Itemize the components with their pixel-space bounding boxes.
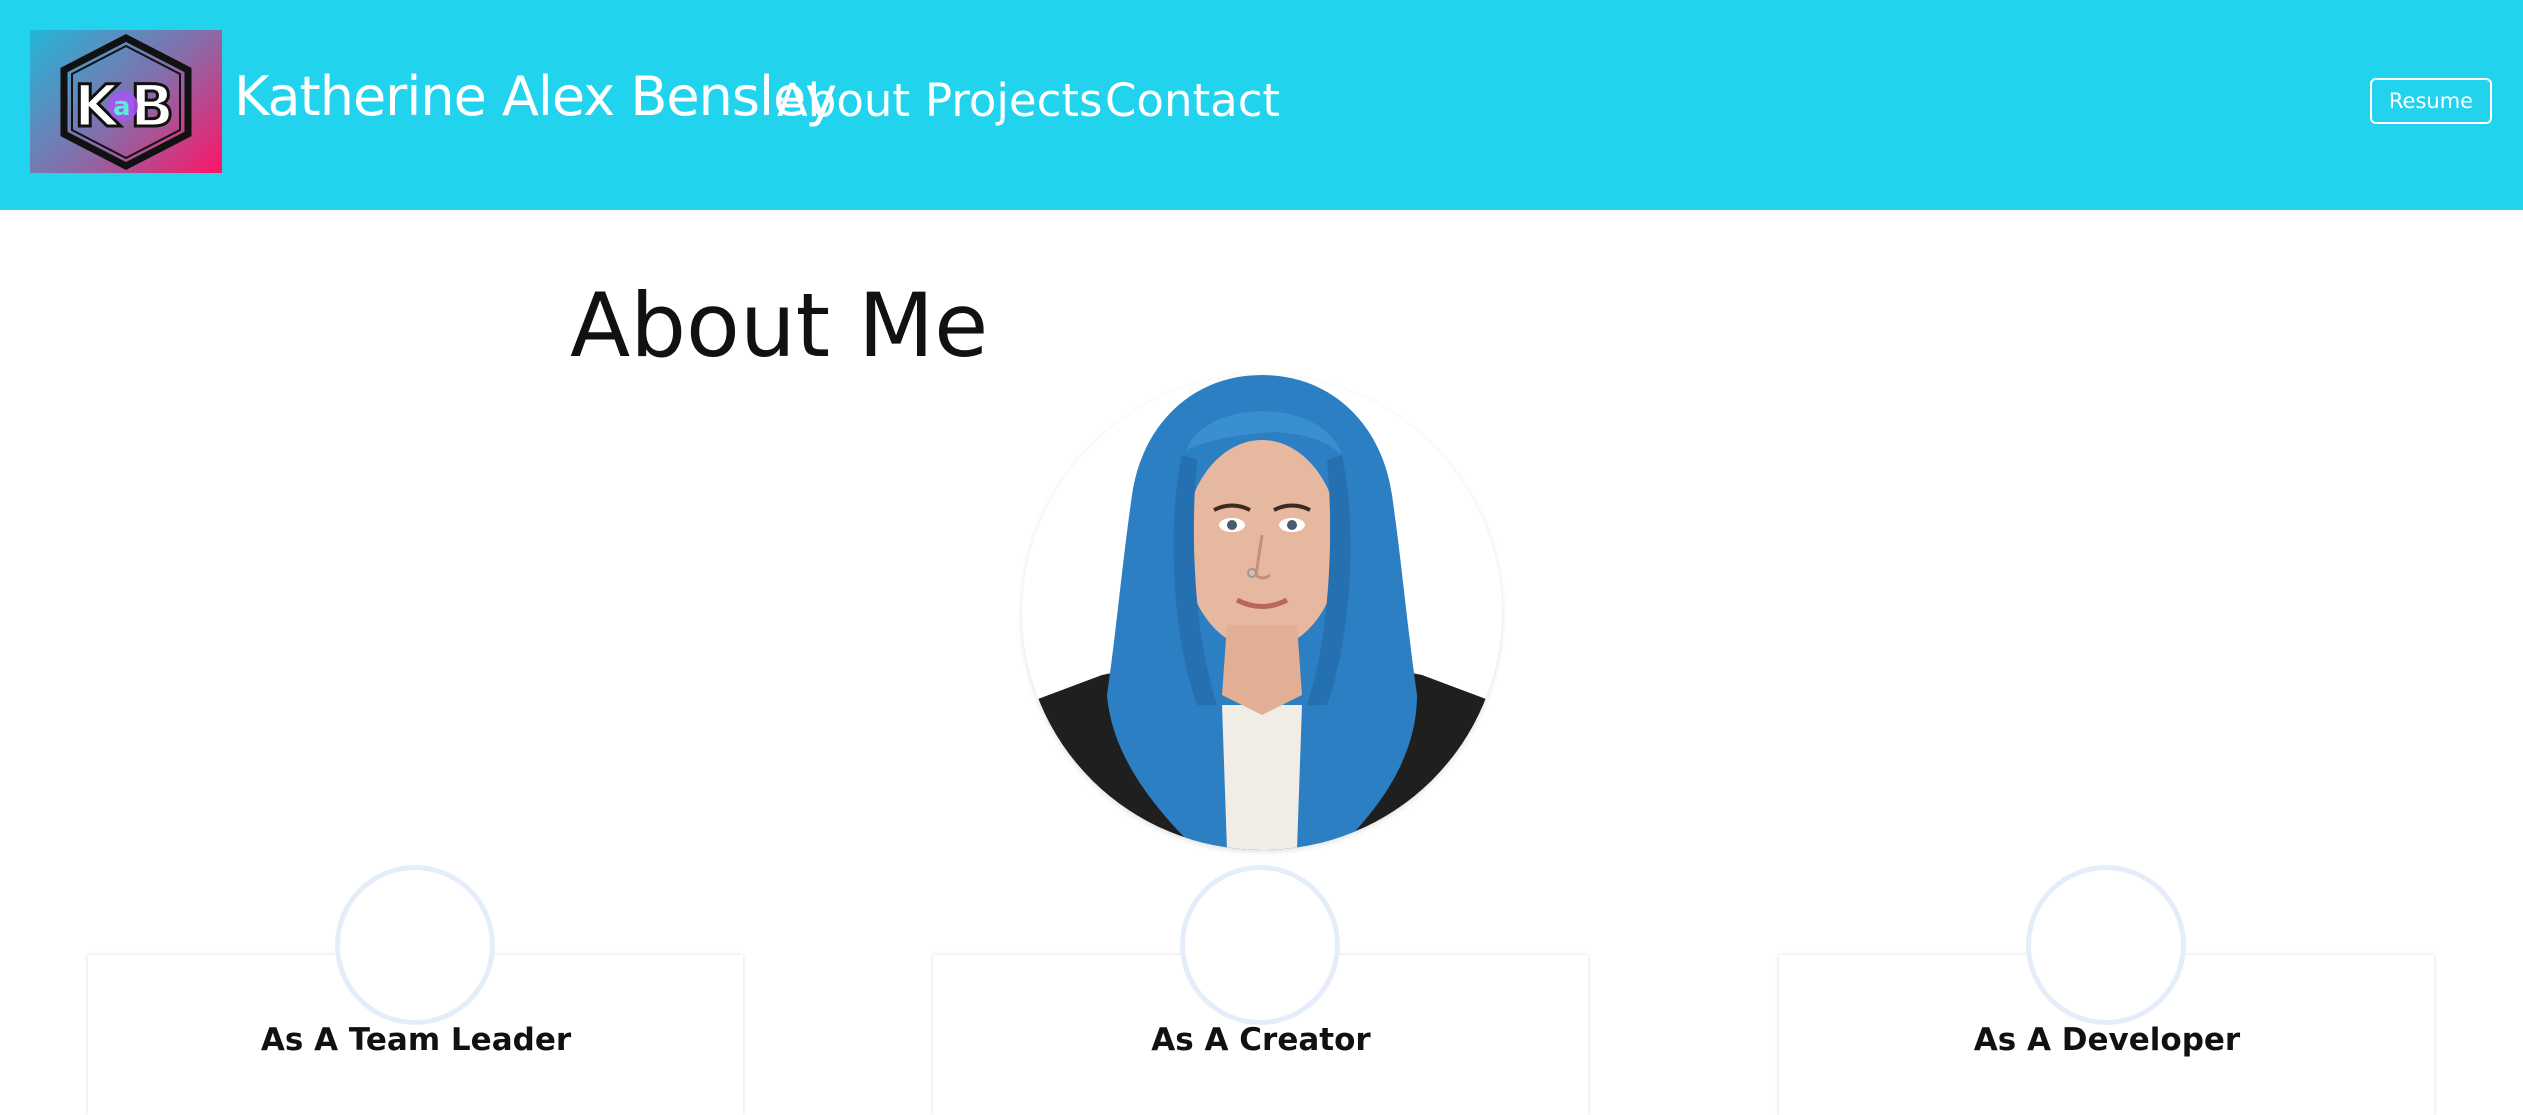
developer-icon — [2026, 865, 2186, 1025]
profile-portrait — [1022, 375, 1502, 850]
card-title-developer: As A Developer — [1973, 1022, 2241, 1058]
profile-photo-icon — [1022, 375, 1502, 850]
nav-link-contact[interactable]: Contact — [1105, 78, 1280, 123]
creator-icon — [1180, 865, 1340, 1025]
nav-link-about[interactable]: About — [777, 78, 910, 123]
brand-name[interactable]: Katherine Alex Bensley — [234, 70, 837, 124]
page-title: About Me — [570, 274, 989, 377]
navbar: K B a Katherine Alex Bensley About Proje… — [0, 0, 2523, 210]
svg-text:a: a — [113, 92, 131, 122]
team-leader-icon — [335, 865, 495, 1025]
card-title-creator: As A Creator — [1151, 1022, 1371, 1058]
card-title-team-leader: As A Team Leader — [260, 1022, 572, 1058]
hexagon-logo-icon: K B a — [60, 34, 192, 170]
resume-button[interactable]: Resume — [2370, 78, 2492, 124]
nav-link-projects[interactable]: Projects — [925, 78, 1102, 123]
brand-logo[interactable]: K B a — [30, 30, 222, 173]
